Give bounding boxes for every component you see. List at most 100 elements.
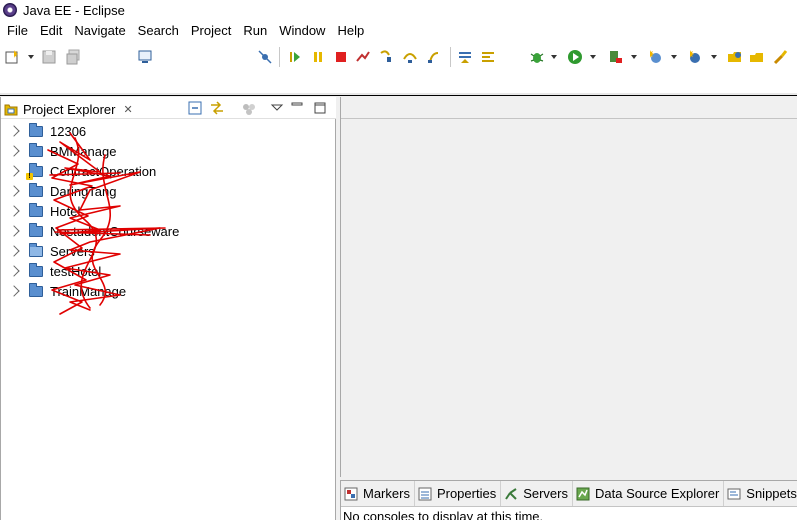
console-icon[interactable] [136, 48, 154, 66]
open-task-icon[interactable] [748, 48, 766, 66]
run-icon[interactable] [566, 48, 584, 66]
tree-item[interactable]: TrainManage [1, 281, 336, 301]
tree-item[interactable]: NostudentCourseware [1, 221, 336, 241]
tab-servers-label: Servers [523, 486, 568, 501]
suspend-icon[interactable] [309, 48, 327, 66]
run-dropdown-arrow[interactable] [589, 48, 597, 66]
run-server-icon[interactable] [606, 48, 624, 66]
expand-chevron-icon[interactable] [8, 145, 20, 157]
project-explorer-title: Project Explorer [23, 101, 116, 117]
project-explorer-header: Project Explorer ✕ [1, 97, 336, 119]
properties-icon [418, 487, 432, 500]
console-message: No consoles to display at this time. [343, 509, 544, 520]
open-type-icon[interactable] [726, 48, 744, 66]
search-icon[interactable] [772, 48, 790, 66]
step-over-icon[interactable] [401, 48, 419, 66]
tree-item[interactable]: Servers [1, 241, 336, 261]
resume-icon[interactable] [286, 48, 304, 66]
expand-chevron-icon[interactable] [8, 245, 20, 257]
close-icon[interactable]: ✕ [123, 103, 132, 116]
window-title: Java EE - Eclipse [23, 2, 125, 18]
tree-item[interactable]: Hotel [1, 201, 336, 221]
tree-item-label: ContractOperation [50, 163, 157, 179]
menu-run[interactable]: Run [237, 20, 273, 41]
tree-item-label: TrainManage [50, 283, 127, 299]
new-dropdown-arrow[interactable] [27, 48, 35, 66]
folder-icon [29, 142, 43, 157]
tree-item-label: testHotel [50, 263, 102, 279]
warning-project-icon [26, 162, 43, 180]
tree-item-label: BMManage [50, 143, 117, 159]
expand-chevron-icon[interactable] [8, 165, 20, 177]
tab-data-source-explorer-label: Data Source Explorer [595, 486, 720, 501]
save-icon[interactable] [40, 48, 58, 66]
tree-item-label: NostudentCourseware [50, 223, 180, 239]
tree-item[interactable]: testHotel [1, 261, 336, 281]
minimize-icon[interactable] [289, 100, 305, 116]
tree-item[interactable]: 12306 [1, 121, 336, 141]
bottom-panel-tabs: Markers Properties Servers Data Source E… [341, 481, 797, 507]
tab-snippets-label: Snippets [746, 486, 797, 501]
expand-chevron-icon[interactable] [8, 185, 20, 197]
menu-search[interactable]: Search [132, 20, 185, 41]
collapse-all-icon[interactable] [187, 100, 203, 116]
main-toolbar [0, 41, 797, 93]
menu-project[interactable]: Project [185, 20, 237, 41]
tree-item[interactable]: BMManage [1, 141, 336, 161]
tab-servers[interactable]: Servers [501, 481, 573, 506]
tab-properties[interactable]: Properties [415, 481, 502, 506]
disconnect-icon[interactable] [354, 48, 372, 66]
expand-chevron-icon[interactable] [8, 285, 20, 297]
tree-item[interactable]: ContractOperation [1, 161, 336, 181]
menu-window[interactable]: Window [273, 20, 331, 41]
expand-chevron-icon[interactable] [8, 205, 20, 217]
tab-properties-label: Properties [436, 486, 497, 501]
run-server-dropdown-arrow[interactable] [630, 48, 638, 66]
link-with-editor-icon[interactable] [209, 100, 225, 116]
tab-snippets[interactable]: Snippets [724, 481, 797, 506]
debug-icon[interactable] [528, 48, 546, 66]
tab-data-source-explorer[interactable]: Data Source Explorer [573, 481, 725, 506]
editor-tab-strip [341, 97, 797, 119]
new-icon[interactable] [3, 48, 21, 66]
project-explorer-tab[interactable]: Project Explorer ✕ [1, 97, 141, 119]
tree-item-label: Servers [50, 243, 95, 259]
menu-edit[interactable]: Edit [34, 20, 68, 41]
terminate-icon[interactable] [332, 48, 350, 66]
expand-chevron-icon[interactable] [8, 125, 20, 137]
skip-breakpoints-icon[interactable] [256, 48, 274, 66]
use-step-filters-icon[interactable] [479, 48, 497, 66]
step-into-icon[interactable] [377, 48, 395, 66]
expand-chevron-icon[interactable] [8, 265, 20, 277]
title-bar: Java EE - Eclipse [0, 0, 797, 20]
expand-chevron-icon[interactable] [8, 225, 20, 237]
menu-file[interactable]: File [1, 20, 34, 41]
folder-icon [29, 282, 43, 297]
tree-item-label: DaringTang [50, 183, 117, 199]
folder-icon [29, 122, 43, 137]
view-menu-icon[interactable] [269, 100, 285, 116]
menu-bar: File Edit Navigate Search Project Run Wi… [0, 20, 797, 41]
step-return-icon[interactable] [425, 48, 443, 66]
save-all-icon[interactable] [64, 48, 82, 66]
tree-item-label: Hotel [50, 203, 81, 219]
eclipse-icon [3, 3, 17, 17]
maximize-icon[interactable] [312, 100, 328, 116]
new-java-class-dropdown-arrow[interactable] [710, 48, 718, 66]
menu-navigate[interactable]: Navigate [68, 20, 131, 41]
project-explorer-icon [4, 103, 18, 116]
new-server-icon[interactable] [646, 48, 664, 66]
debug-dropdown-arrow[interactable] [550, 48, 558, 66]
tab-markers[interactable]: Markers [341, 481, 415, 506]
focus-icon[interactable] [241, 100, 257, 116]
tree-item[interactable]: DaringTang [1, 181, 336, 201]
editor-area [340, 97, 797, 477]
new-java-class-icon[interactable] [686, 48, 704, 66]
tab-markers-label: Markers [363, 486, 410, 501]
folder-icon [29, 222, 43, 237]
open-folder-icon [29, 242, 43, 257]
new-server-dropdown-arrow[interactable] [670, 48, 678, 66]
menu-help[interactable]: Help [331, 20, 370, 41]
markers-icon [344, 487, 358, 500]
drop-to-frame-icon[interactable] [456, 48, 474, 66]
